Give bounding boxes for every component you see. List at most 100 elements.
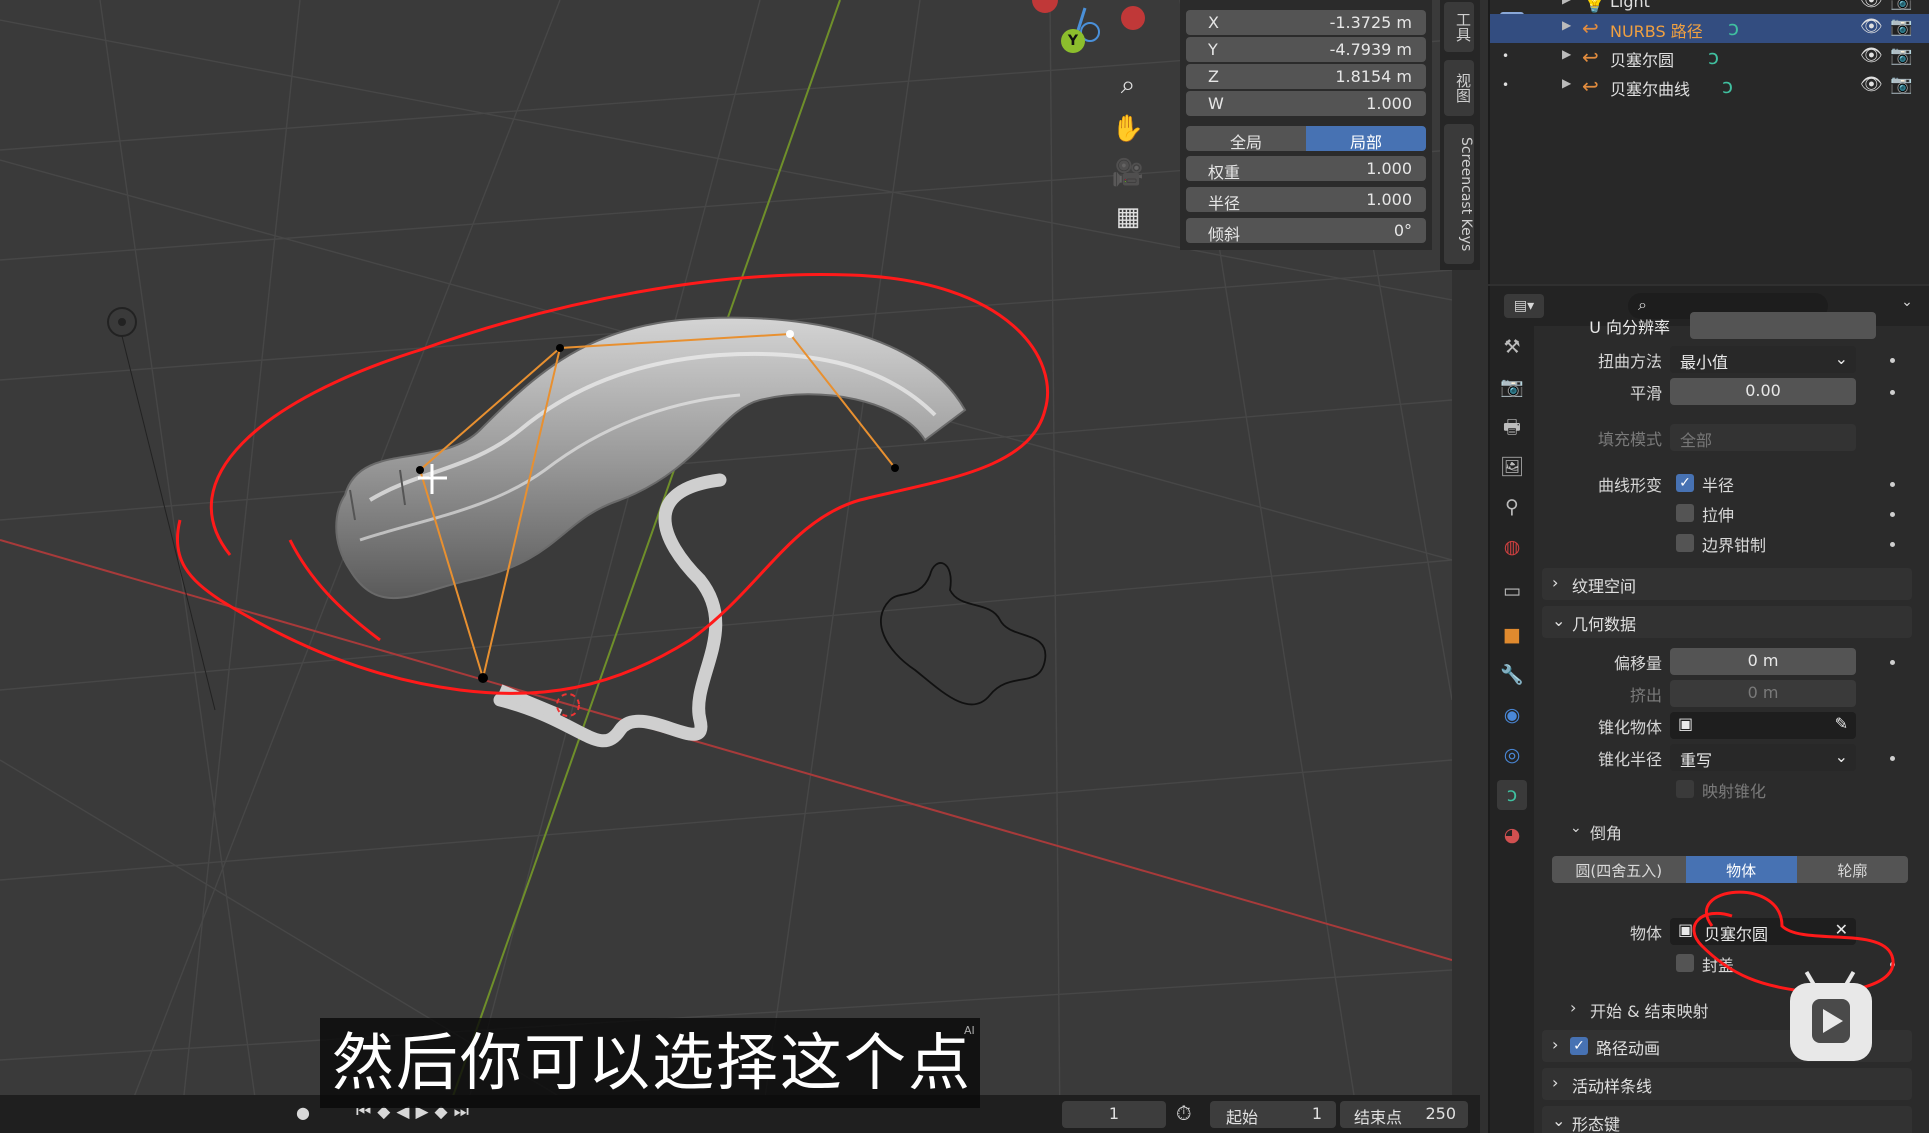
tab-view[interactable]: 视图 [1444,60,1474,116]
fill-mode-dropdown[interactable]: 全部 [1670,424,1856,451]
eyedropper-icon[interactable]: ✎ [1835,714,1848,733]
grid-view-icon[interactable]: ▦ [1110,199,1146,235]
camera-render-icon[interactable]: 📷 [1890,16,1912,37]
outliner-row-bezier-circle[interactable]: • ▶ ↩ 贝塞尔圆 ↄ 👁 📷 [1490,43,1929,72]
record-icon[interactable]: ● [296,1103,310,1122]
output-tab-icon[interactable]: 🖶 [1497,412,1527,442]
render-tab-icon[interactable]: 📷 [1497,372,1527,402]
camera-render-icon[interactable]: 📷 [1890,45,1912,66]
field-value: 0 m [1747,683,1779,702]
field-value: -4.7939 m [1329,40,1412,59]
zoom-icon[interactable]: ⌕ [1110,67,1146,103]
field-value: 1.000 [1366,159,1412,178]
keyframe-dot[interactable] [1890,482,1895,487]
expand-arrow-icon[interactable]: ▶ [1562,18,1571,32]
radius-field[interactable]: 半径 1.000 [1186,187,1426,213]
bevel-profile-button[interactable]: 轮廓 [1796,856,1908,883]
radius-checkbox[interactable]: ✓ [1676,474,1694,492]
extrude-field[interactable]: 0 m [1670,680,1856,707]
keyframe-dot[interactable] [1890,358,1895,363]
coord-z-field[interactable]: Z 1.8154 m [1186,64,1426,89]
chevron-right-icon[interactable]: › [1570,998,1576,1017]
texture-space-panel-header[interactable]: › 纹理空间 [1542,568,1912,600]
curve-data-icon[interactable]: ↄ [1708,45,1719,69]
material-tab-icon[interactable]: ◕ [1497,820,1527,850]
end-frame-field[interactable]: 结束点 250 [1340,1101,1468,1128]
eye-icon[interactable]: 👁 [1860,0,1883,11]
field-value: 1.000 [1366,94,1412,113]
twist-method-dropdown[interactable]: 最小值 ⌄ [1670,346,1856,373]
bevel-round-button[interactable]: 圆(四舍五入) [1552,856,1686,883]
view-layer-tab-icon[interactable]: 🖼 [1497,452,1527,482]
bevel-subpanel-title[interactable]: 倒角 [1590,820,1622,844]
curve-object-icon: ↩ [1582,45,1599,69]
keyframe-dot[interactable] [1890,542,1895,547]
bevel-object-button[interactable]: 物体 [1685,856,1797,883]
keyframe-dot[interactable] [1890,756,1895,761]
keyframe-dot[interactable] [1890,512,1895,517]
smooth-field[interactable]: 0.00 [1670,378,1856,405]
radius-checkbox-label: 半径 [1702,476,1735,495]
tab-tool[interactable]: 工具 [1444,2,1474,52]
expand-arrow-icon[interactable]: ▶ [1562,76,1571,90]
dropdown-value: 重写 [1680,751,1713,770]
taper-object-field[interactable]: ▣ ✎ [1670,712,1856,739]
stopwatch-icon[interactable]: ⏱ [1176,1101,1192,1125]
curve-data-icon[interactable]: ↄ [1728,16,1739,40]
curve-data-icon[interactable]: ↄ [1722,74,1733,98]
tool-tab-icon[interactable]: ⚒ [1497,332,1527,362]
start-frame-field[interactable]: 起始 1 [1210,1101,1336,1128]
taper-radius-dropdown[interactable]: 重写 ⌄ [1670,744,1856,771]
physics-tab-icon[interactable]: ◎ [1497,740,1527,770]
offset-field[interactable]: 0 m [1670,648,1856,675]
eye-icon[interactable]: 👁 [1860,74,1883,95]
expand-arrow-icon[interactable]: ▶ [1562,47,1571,61]
editor-type-icon[interactable]: ▤▾ [1504,294,1544,318]
properties-tabs: ⚒ 📷 🖶 🖼 ⚲ ◍ ▭ ■ 🔧 ◉ ◎ ↄ ◕ [1490,326,1534,1133]
eye-icon[interactable]: 👁 [1860,16,1883,37]
field-label: U 向分辨率 [1589,318,1670,337]
object-tab-icon[interactable]: ■ [1497,620,1527,650]
modifier-tab-icon[interactable]: 🔧 [1497,660,1527,690]
chevron-down-icon[interactable]: ⌄ [1892,294,1922,318]
stretch-checkbox[interactable] [1676,504,1694,522]
field-value: 1 [1108,1104,1120,1123]
bounds-clamp-checkbox[interactable] [1676,534,1694,552]
shape-keys-panel-header[interactable]: ⌄ 形态键 [1542,1106,1912,1133]
global-toggle-button[interactable]: 全局 [1186,126,1306,151]
camera-render-icon[interactable]: 📷 [1890,0,1912,11]
coord-w-field[interactable]: W 1.000 [1186,91,1426,116]
active-spline-panel-header[interactable]: › 活动样条线 [1542,1068,1912,1100]
scene-tab-icon[interactable]: ⚲ [1497,492,1527,522]
particles-tab-icon[interactable]: ◉ [1497,700,1527,730]
gizmo-y-axis[interactable]: Y [1061,29,1085,53]
tab-screencast-keys[interactable]: Screencast Keys [1444,124,1474,264]
outliner-row-nurbs-path[interactable]: ▶ ↩ NURBS 路径 ↄ 👁 📷 [1490,14,1929,43]
camera-render-icon[interactable]: 📷 [1890,74,1912,95]
eye-icon[interactable]: 👁 [1860,45,1883,66]
outliner-row-label: 贝塞尔曲线 [1610,80,1691,99]
collection-tab-icon[interactable]: ▭ [1497,576,1527,606]
camera-icon[interactable]: 🎥 [1110,155,1146,191]
video-subtitle: 然后你可以选择这个点 [320,1018,980,1108]
tilt-field[interactable]: 倾斜 0° [1186,218,1426,244]
geometry-panel-header[interactable]: ⌄ 几何数据 [1542,606,1912,638]
keyframe-dot[interactable] [1890,390,1895,395]
outliner-row-bezier-curve[interactable]: • ▶ ↩ 贝塞尔曲线 ↄ 👁 📷 [1490,72,1929,101]
chevron-down-icon[interactable]: ⌄ [1570,820,1582,836]
pan-hand-icon[interactable]: ✋ [1110,111,1146,147]
coord-x-field[interactable]: X -1.3725 m [1186,10,1426,35]
chevron-down-icon: ⌄ [1834,747,1848,766]
path-animation-checkbox[interactable]: ✓ [1570,1037,1588,1055]
local-toggle-button[interactable]: 局部 [1306,126,1426,151]
current-frame-field[interactable]: 1 [1062,1101,1166,1128]
u-resolution-field[interactable]: U 向分辨率 [1589,312,1876,339]
curve-data-tab-icon[interactable]: ↄ [1497,780,1527,810]
coord-y-field[interactable]: Y -4.7939 m [1186,37,1426,62]
map-taper-checkbox[interactable] [1676,780,1694,798]
weight-field[interactable]: 权重 1.000 [1186,156,1426,182]
world-tab-icon[interactable]: ◍ [1497,532,1527,562]
keyframe-dot[interactable] [1890,660,1895,665]
search-icon: ⌕ [1638,295,1647,314]
expand-arrow-icon[interactable]: ▶ [1562,0,1571,6]
